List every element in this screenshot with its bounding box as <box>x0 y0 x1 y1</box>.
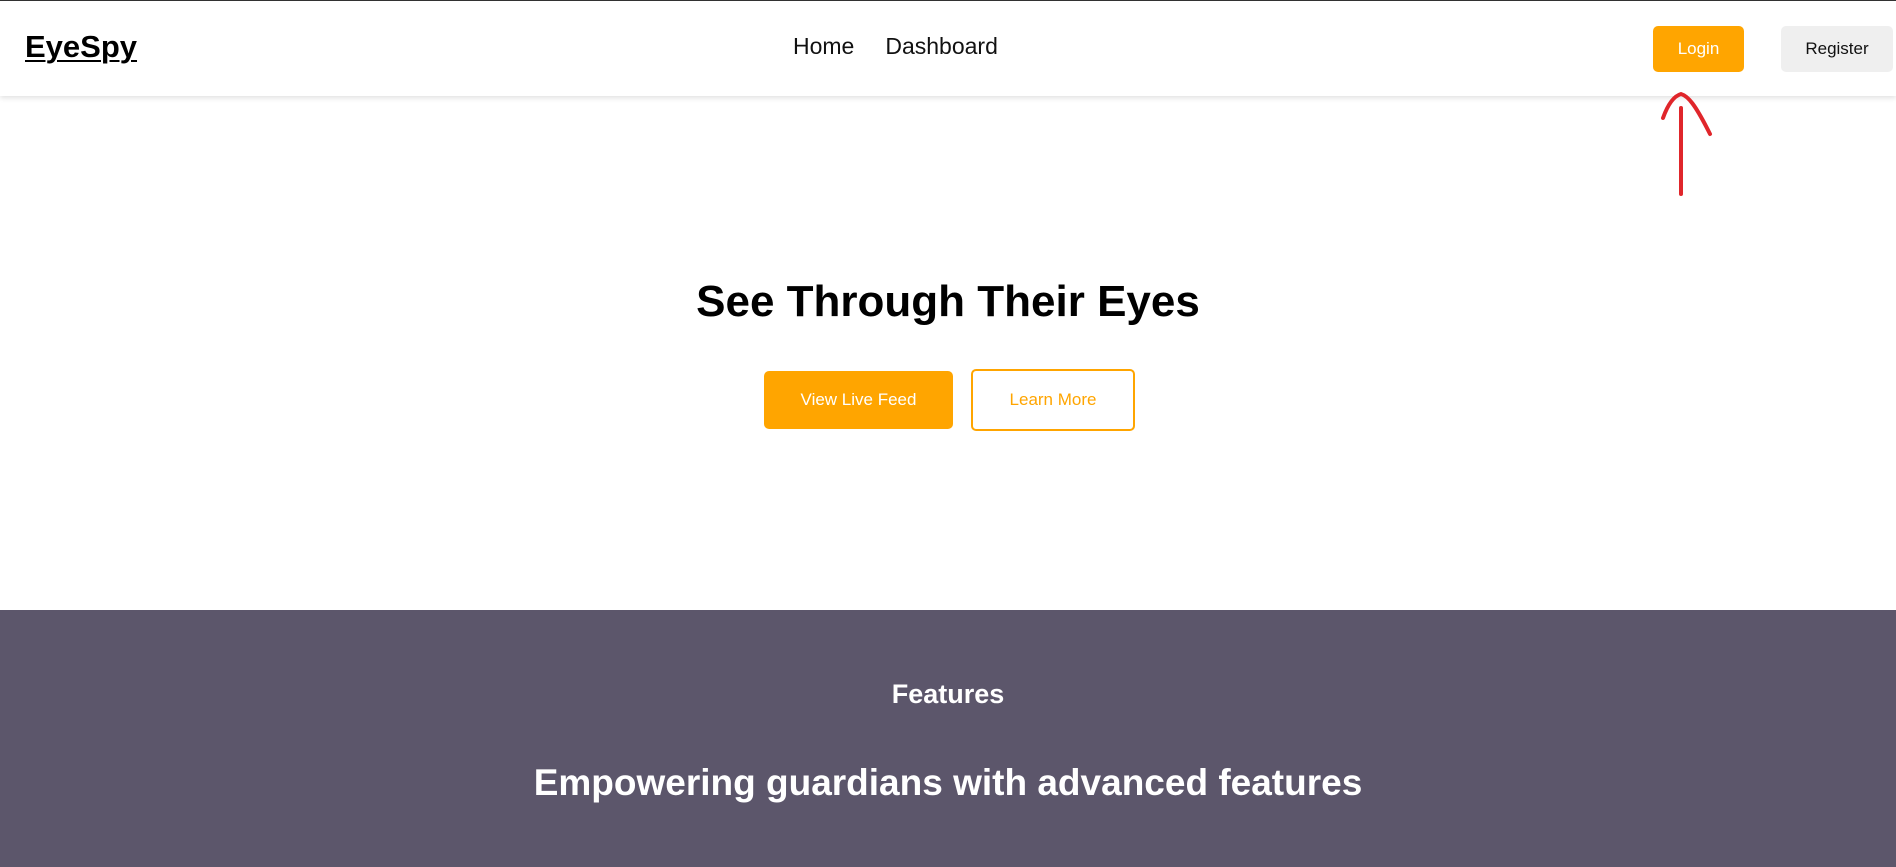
hero-title: See Through Their Eyes <box>696 277 1200 326</box>
navbar: EyeSpy Home Dashboard Login Register <box>0 1 1896 96</box>
nav-dashboard-link[interactable]: Dashboard <box>885 35 998 58</box>
main-nav: Home Dashboard <box>793 35 998 58</box>
hero-section: See Through Their Eyes View Live Feed Le… <box>0 96 1896 610</box>
register-button[interactable]: Register <box>1781 26 1893 72</box>
login-button[interactable]: Login <box>1653 26 1744 72</box>
red-arrow-icon <box>1661 92 1712 196</box>
learn-more-button[interactable]: Learn More <box>971 369 1135 431</box>
view-live-feed-button[interactable]: View Live Feed <box>764 371 953 429</box>
features-label: Features <box>891 679 1005 709</box>
features-section: Features Empowering guardians with advan… <box>0 610 1896 867</box>
nav-home-link[interactable]: Home <box>793 35 854 58</box>
features-title: Empowering guardians with advanced featu… <box>533 762 1363 803</box>
logo-link[interactable]: EyeSpy <box>25 31 137 62</box>
page: EyeSpy Home Dashboard Login Register See… <box>0 0 1896 867</box>
